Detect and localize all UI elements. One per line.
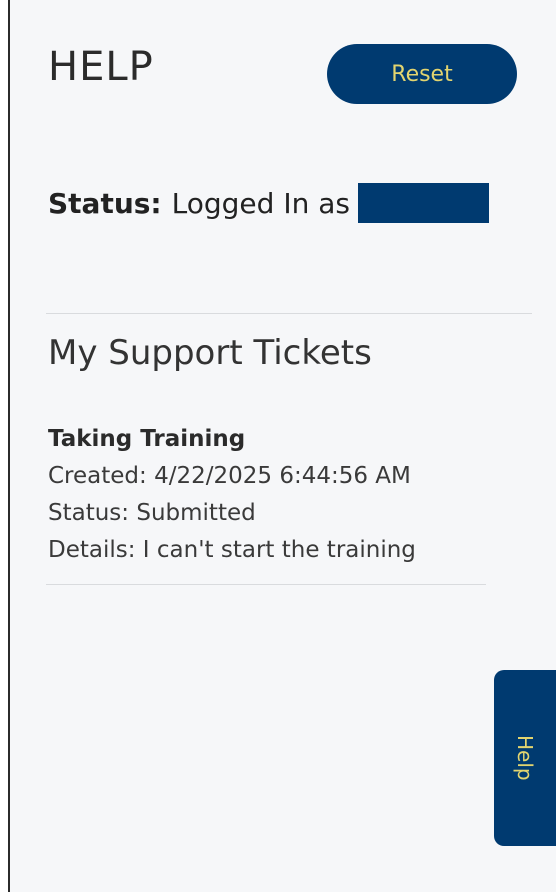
ticket-title: Taking Training [48,426,246,452]
divider [46,313,532,314]
status-label: Status: [48,186,162,220]
redacted-username [357,183,489,223]
help-panel: HELP Reset Status: Logged In as My Suppo… [10,0,556,892]
reset-button[interactable]: Reset [327,44,517,104]
ticket-item: Taking Training Created: 4/22/2025 6:44:… [48,421,416,569]
status-text: Logged In as [171,186,350,220]
left-border [0,0,10,892]
ticket-created: Created: 4/22/2025 6:44:56 AM [48,463,411,489]
divider [46,584,486,585]
page-title: HELP [48,44,154,90]
status-line: Status: Logged In as [48,183,489,223]
ticket-details: Details: I can't start the training [48,537,416,563]
help-tab-label: Help [513,735,537,781]
help-tab-button[interactable]: Help [494,670,556,846]
support-tickets-heading: My Support Tickets [48,333,372,373]
ticket-status: Status: Submitted [48,500,256,526]
